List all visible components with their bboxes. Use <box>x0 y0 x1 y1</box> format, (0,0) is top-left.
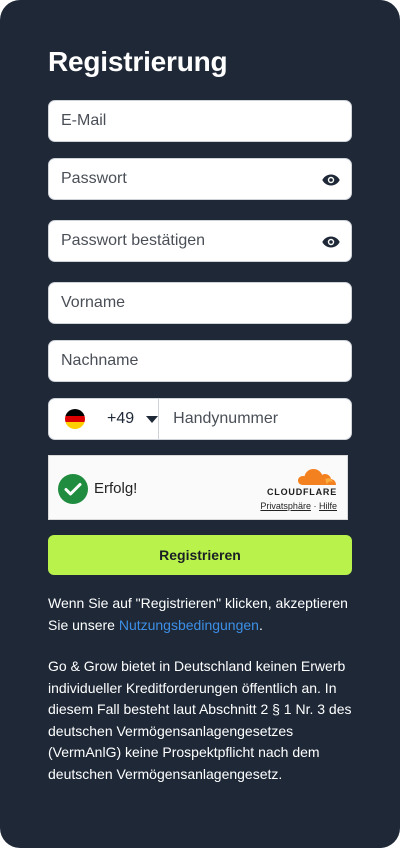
page-title: Registrierung <box>48 46 228 77</box>
captcha-links: Privatsphäre · Hilfe <box>260 501 337 511</box>
last-name-field-wrapper <box>48 340 352 382</box>
terms-link[interactable]: Nutzungsbedingungen <box>119 617 259 633</box>
confirm-password-field[interactable] <box>49 221 351 261</box>
germany-flag-icon <box>65 409 85 429</box>
first-name-field-wrapper <box>48 282 352 324</box>
register-button[interactable]: Registrieren <box>48 535 352 575</box>
help-link[interactable]: Hilfe <box>319 501 337 511</box>
terms-notice: Wenn Sie auf "Registrieren" klicken, akz… <box>48 592 354 636</box>
password-field[interactable] <box>49 159 351 199</box>
first-name-field[interactable] <box>49 283 351 323</box>
cloudflare-captcha-widget: Erfolg! CLOUDFLARE Privatsphäre · Hilfe <box>48 455 348 520</box>
last-name-field[interactable] <box>49 341 351 381</box>
country-dial-code: +49 <box>107 410 135 427</box>
terms-period: . <box>258 617 263 633</box>
captcha-status-text: Erfolg! <box>94 480 138 497</box>
cloudflare-logo: CLOUDFLARE Privatsphäre · Hilfe <box>257 468 337 514</box>
privacy-link[interactable]: Privatsphäre <box>260 501 311 511</box>
cloudflare-brand-text: CLOUDFLARE <box>267 487 337 497</box>
email-field-wrapper <box>48 100 352 142</box>
phone-field-wrapper: +49 <box>48 398 352 440</box>
link-separator: · <box>313 501 317 511</box>
chevron-down-icon <box>146 415 159 423</box>
registration-panel: Registrierung E-Mail Vorname Nachname +4… <box>0 0 400 848</box>
confirm-password-field-wrapper <box>48 220 352 262</box>
legal-notice: Go & Grow bietet in Deutschland keinen E… <box>48 658 352 782</box>
password-field-wrapper <box>48 158 352 200</box>
show-confirm-password-eye-icon[interactable] <box>322 233 340 251</box>
phone-number-field[interactable] <box>159 399 351 439</box>
cloudflare-cloud-icon <box>298 469 336 485</box>
success-check-icon <box>58 474 88 504</box>
email-field[interactable] <box>49 101 351 141</box>
country-code-select[interactable]: +49 <box>49 399 160 439</box>
show-password-eye-icon[interactable] <box>322 171 340 189</box>
